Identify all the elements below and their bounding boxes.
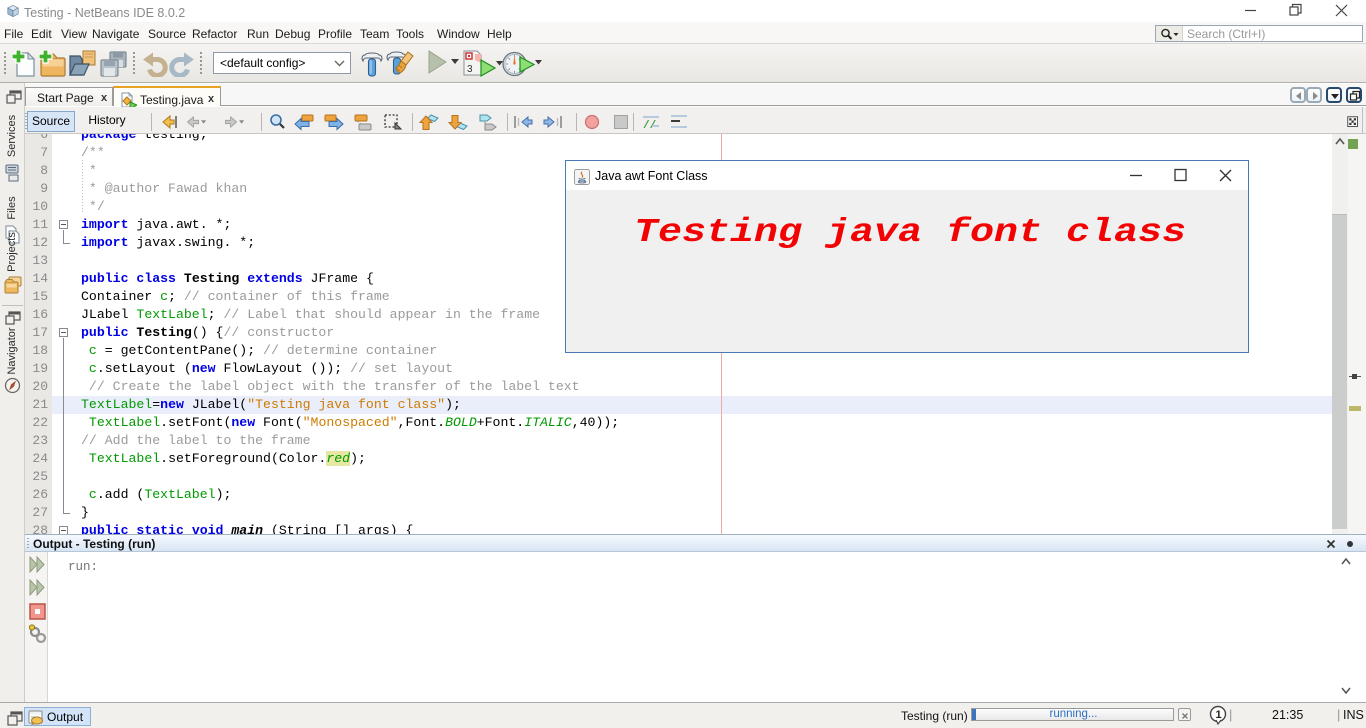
svg-text:1: 1 <box>1216 709 1222 721</box>
svg-text:3: 3 <box>467 64 473 75</box>
